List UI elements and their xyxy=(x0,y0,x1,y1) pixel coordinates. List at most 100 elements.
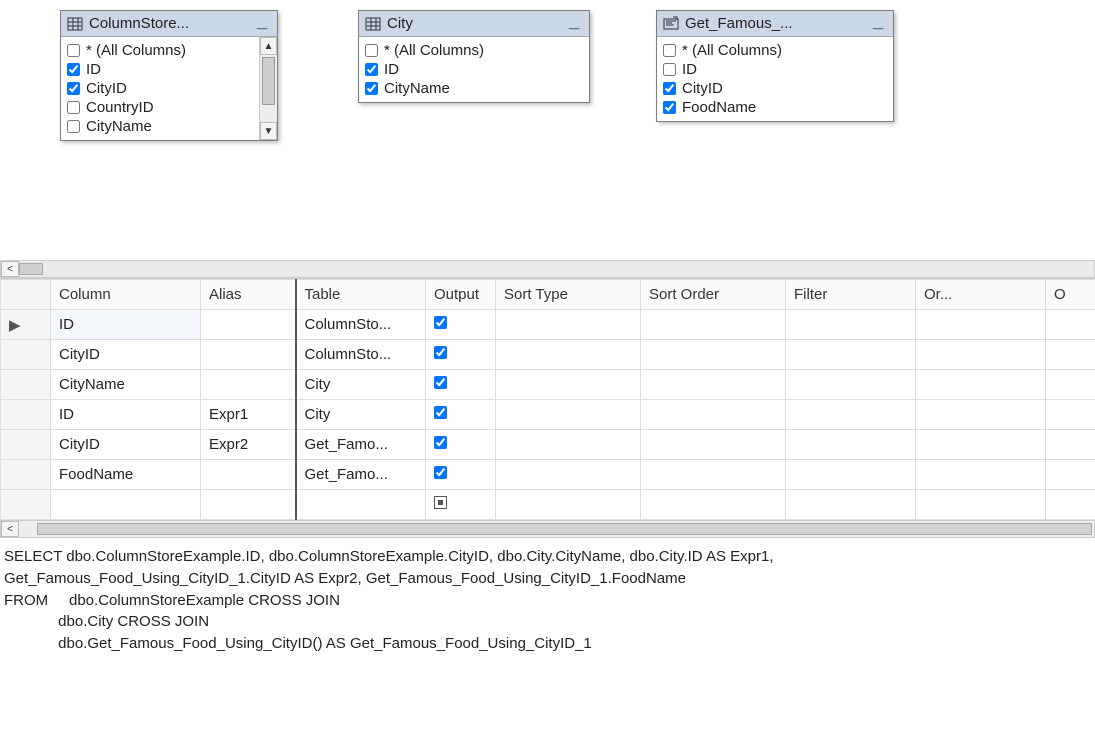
table-titlebar[interactable]: ColumnStore..._ xyxy=(61,11,277,37)
grid-cell-o[interactable] xyxy=(1046,490,1095,520)
grid-cell-alias[interactable] xyxy=(201,370,296,400)
column-item[interactable]: ID xyxy=(361,60,587,79)
column-item[interactable]: CityName xyxy=(361,79,587,98)
column-checkbox[interactable] xyxy=(663,44,676,57)
scroll-track[interactable] xyxy=(260,55,277,122)
grid-cell-or[interactable] xyxy=(916,490,1046,520)
grid-cell-sortType[interactable] xyxy=(496,340,641,370)
row-selector[interactable] xyxy=(1,340,51,370)
output-checkbox[interactable] xyxy=(434,346,447,359)
grid-header[interactable]: Output xyxy=(426,280,496,310)
grid-cell-output[interactable] xyxy=(426,430,496,460)
grid-cell-o[interactable] xyxy=(1046,430,1095,460)
grid-row[interactable]: CityID ColumnSto... xyxy=(1,340,1095,370)
scroll-down-button[interactable]: ▼ xyxy=(260,122,277,140)
grid-header[interactable]: O xyxy=(1046,280,1095,310)
grid-cell-column[interactable] xyxy=(51,490,201,520)
column-item[interactable]: CityID xyxy=(659,79,891,98)
row-selector[interactable] xyxy=(1,460,51,490)
grid-cell-output[interactable] xyxy=(426,400,496,430)
grid-cell-filter[interactable] xyxy=(786,310,916,340)
grid-cell-alias[interactable] xyxy=(201,310,296,340)
grid-cell-table[interactable]: Get_Famo... xyxy=(296,460,426,490)
grid-cell-sortOrder[interactable] xyxy=(641,310,786,340)
grid-header[interactable]: Or... xyxy=(916,280,1046,310)
scroll-track[interactable] xyxy=(19,521,1094,537)
column-item[interactable]: CityName xyxy=(63,117,257,136)
grid-cell-filter[interactable] xyxy=(786,400,916,430)
table-vscrollbar[interactable]: ▲▼ xyxy=(259,37,277,140)
table-window-t1[interactable]: City_* (All Columns)IDCityName xyxy=(358,10,590,103)
grid-cell-filter[interactable] xyxy=(786,460,916,490)
grid-cell-column[interactable]: CityID xyxy=(51,340,201,370)
grid-header[interactable]: Column xyxy=(51,280,201,310)
grid-cell-sortOrder[interactable] xyxy=(641,370,786,400)
grid-row[interactable]: ▶IDColumnSto... xyxy=(1,310,1095,340)
grid-cell-sortType[interactable] xyxy=(496,310,641,340)
table-window-t0[interactable]: ColumnStore..._* (All Columns)IDCityIDCo… xyxy=(60,10,278,141)
column-checkbox[interactable] xyxy=(663,63,676,76)
column-checkbox[interactable] xyxy=(67,82,80,95)
grid-cell-or[interactable] xyxy=(916,340,1046,370)
grid-cell-output[interactable] xyxy=(426,340,496,370)
grid-cell-o[interactable] xyxy=(1046,460,1095,490)
column-checkbox[interactable] xyxy=(365,44,378,57)
grid-cell-filter[interactable] xyxy=(786,490,916,520)
table-titlebar[interactable]: City_ xyxy=(359,11,589,37)
grid-cell-filter[interactable] xyxy=(786,340,916,370)
grid-cell-or[interactable] xyxy=(916,460,1046,490)
grid-cell-table[interactable]: Get_Famo... xyxy=(296,430,426,460)
grid-cell-sortType[interactable] xyxy=(496,430,641,460)
grid-header[interactable]: Alias xyxy=(201,280,296,310)
grid-cell-alias[interactable]: Expr2 xyxy=(201,430,296,460)
scroll-thumb[interactable] xyxy=(19,263,43,275)
grid-header[interactable]: Filter xyxy=(786,280,916,310)
diagram-hscrollbar[interactable]: < xyxy=(0,260,1095,278)
row-selector[interactable] xyxy=(1,430,51,460)
grid-cell-alias[interactable] xyxy=(201,340,296,370)
grid-cell-sortOrder[interactable] xyxy=(641,460,786,490)
grid-cell-or[interactable] xyxy=(916,370,1046,400)
row-selector[interactable] xyxy=(1,370,51,400)
column-checkbox[interactable] xyxy=(67,120,80,133)
grid-row[interactable]: CityName City xyxy=(1,370,1095,400)
row-selector[interactable] xyxy=(1,490,51,520)
column-item[interactable]: ID xyxy=(63,60,257,79)
grid-cell-output[interactable] xyxy=(426,370,496,400)
scroll-up-button[interactable]: ▲ xyxy=(260,37,277,55)
grid-cell-table[interactable]: ColumnSto... xyxy=(296,340,426,370)
minimize-button[interactable]: _ xyxy=(253,16,271,32)
grid-cell-alias[interactable]: Expr1 xyxy=(201,400,296,430)
table-window-t2[interactable]: Get_Famous_..._* (All Columns)IDCityIDFo… xyxy=(656,10,894,122)
criteria-grid[interactable]: ColumnAliasTableOutputSort TypeSort Orde… xyxy=(0,278,1095,520)
grid-cell-output[interactable] xyxy=(426,460,496,490)
grid-cell-sortOrder[interactable] xyxy=(641,430,786,460)
grid-cell-or[interactable] xyxy=(916,400,1046,430)
column-list[interactable]: * (All Columns)IDCityIDCountryIDCityName xyxy=(61,37,259,140)
row-selector[interactable]: ▶ xyxy=(1,310,51,340)
grid-cell-column[interactable]: CityName xyxy=(51,370,201,400)
column-list[interactable]: * (All Columns)IDCityIDFoodName xyxy=(657,37,893,121)
grid-cell-column[interactable]: ID xyxy=(51,400,201,430)
column-checkbox[interactable] xyxy=(67,101,80,114)
grid-row[interactable]: CityIDExpr2Get_Famo... xyxy=(1,430,1095,460)
grid-cell-alias[interactable] xyxy=(201,460,296,490)
column-checkbox[interactable] xyxy=(67,63,80,76)
grid-cell-sortOrder[interactable] xyxy=(641,400,786,430)
grid-cell-sortOrder[interactable] xyxy=(641,490,786,520)
grid-row[interactable] xyxy=(1,490,1095,520)
row-selector[interactable] xyxy=(1,400,51,430)
output-checkbox-indeterminate[interactable] xyxy=(434,496,447,509)
grid-cell-sortType[interactable] xyxy=(496,490,641,520)
column-checkbox[interactable] xyxy=(663,82,676,95)
column-checkbox[interactable] xyxy=(365,82,378,95)
output-checkbox[interactable] xyxy=(434,406,447,419)
scroll-thumb[interactable] xyxy=(262,57,275,105)
output-checkbox[interactable] xyxy=(434,376,447,389)
grid-cell-table[interactable]: ColumnSto... xyxy=(296,310,426,340)
grid-cell-table[interactable]: City xyxy=(296,370,426,400)
output-checkbox[interactable] xyxy=(434,466,447,479)
grid-header[interactable]: Sort Type xyxy=(496,280,641,310)
column-item[interactable]: * (All Columns) xyxy=(659,41,891,60)
grid-hscrollbar[interactable]: < xyxy=(0,520,1095,538)
